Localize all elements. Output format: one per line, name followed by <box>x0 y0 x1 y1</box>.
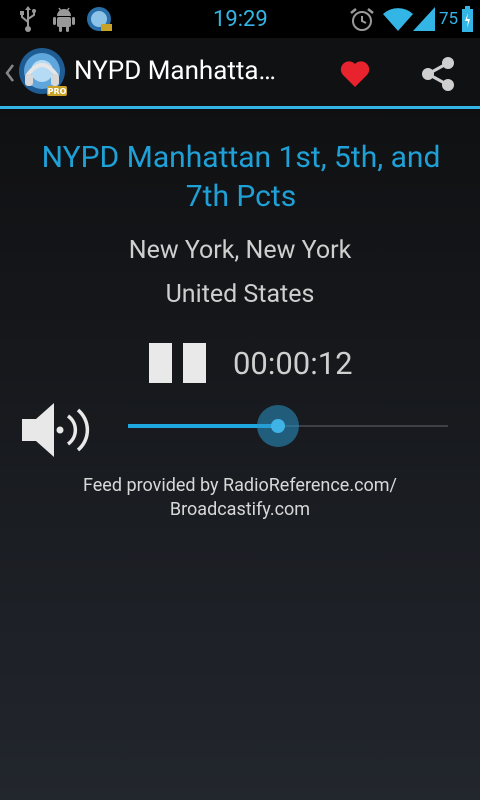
heart-icon <box>340 61 370 87</box>
credit-line2[interactable]: Broadcastify.com <box>0 499 480 520</box>
elapsed-time: 00:00:12 <box>233 345 353 382</box>
feed-location-country: United States <box>165 280 315 309</box>
wifi-icon <box>383 8 413 31</box>
back-button[interactable]: PRO <box>0 38 70 106</box>
alarm-icon <box>350 8 374 31</box>
share-icon <box>422 57 454 91</box>
scanner-app-icon <box>87 7 112 31</box>
signal-icon <box>413 7 435 31</box>
battery-percent: 75 <box>439 9 459 29</box>
battery-icon <box>462 6 473 32</box>
status-bar: 19:29 75 <box>0 0 480 38</box>
share-button[interactable] <box>412 44 464 102</box>
favorite-button[interactable] <box>330 44 380 102</box>
svg-text:PRO: PRO <box>48 87 67 96</box>
action-bar-divider <box>0 106 480 109</box>
android-debug-icon <box>53 7 75 32</box>
usb-icon <box>20 6 36 32</box>
action-bar-title: NYPD Manhatta… <box>74 56 276 86</box>
feed-location-city-state: New York, New York <box>128 236 352 265</box>
chevron-left-icon <box>5 64 14 82</box>
feed-title-line1: NYPD Manhattan 1st, 5th, and <box>41 140 441 175</box>
credit-line1[interactable]: Feed provided by RadioReference.com/ <box>0 475 480 496</box>
feed-title-line2: 7th Pcts <box>185 179 297 214</box>
pause-button[interactable] <box>140 335 216 391</box>
volume-fill <box>128 424 279 428</box>
feed-title: NYPD Manhattan 1st, 5th, and 7th Pcts <box>10 138 472 216</box>
speaker-volume-icon[interactable] <box>20 402 92 458</box>
scanner-radio-pro-icon: PRO <box>19 48 67 96</box>
clock: 19:29 <box>213 7 268 32</box>
